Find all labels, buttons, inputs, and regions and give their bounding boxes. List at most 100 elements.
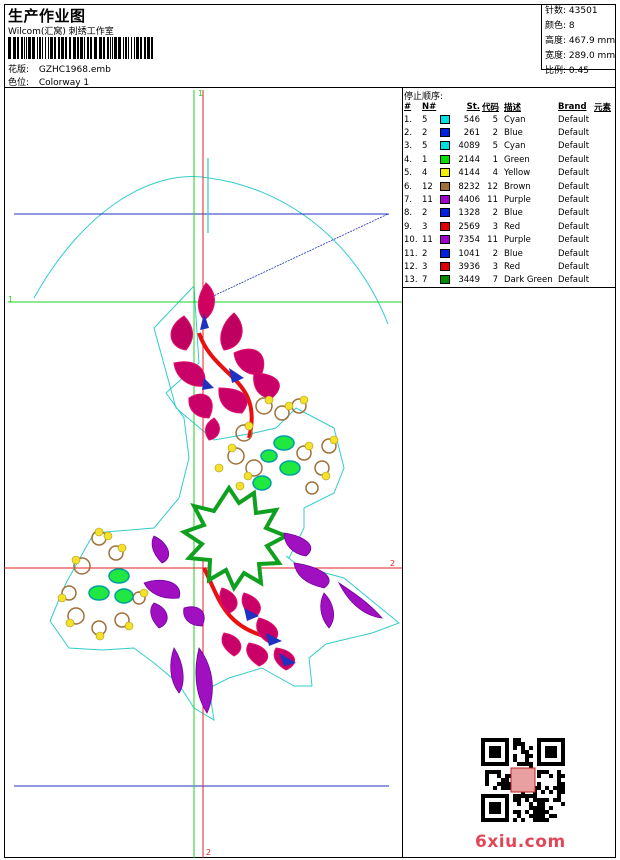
color-swatch bbox=[440, 261, 450, 271]
row-code: 2 bbox=[492, 128, 498, 139]
row-desc: Brown bbox=[504, 181, 531, 192]
row-swatch bbox=[440, 220, 454, 233]
row-swatch bbox=[440, 180, 454, 193]
table-row: 8. 2 1328 2 Blue Default bbox=[404, 207, 616, 220]
row-n: 5 bbox=[422, 114, 428, 125]
row-n: 7 bbox=[422, 275, 428, 286]
row-swatch bbox=[440, 153, 454, 166]
row-desc: Blue bbox=[504, 208, 523, 219]
left-yellow-petals bbox=[57, 527, 149, 641]
stat-height: 高度: 467.9 mm bbox=[545, 36, 616, 46]
table-row: 13. 7 3449 7 Dark Green Default bbox=[404, 274, 616, 287]
row-brand: Default bbox=[558, 141, 590, 152]
table-divider bbox=[403, 287, 615, 288]
row-n: 3 bbox=[422, 261, 428, 272]
row-element bbox=[594, 126, 616, 139]
row-code: 2 bbox=[492, 208, 498, 219]
row-n: 2 bbox=[422, 208, 428, 219]
row-swatch bbox=[440, 260, 454, 273]
row-n: 4 bbox=[422, 168, 428, 179]
left-green-buds bbox=[88, 568, 134, 604]
color-swatch bbox=[440, 275, 450, 285]
row-element bbox=[594, 167, 616, 180]
row-swatch bbox=[440, 126, 454, 139]
row-stitches: 3936 bbox=[458, 261, 480, 272]
table-row: 9. 3 2569 3 Red Default bbox=[404, 220, 616, 233]
row-swatch bbox=[440, 234, 454, 247]
color-swatch bbox=[440, 235, 450, 245]
colorway-value: Colorway 1 bbox=[38, 78, 90, 88]
row-n: 11 bbox=[422, 235, 433, 246]
row-stitches: 1328 bbox=[458, 208, 480, 219]
row-desc: Cyan bbox=[504, 114, 526, 125]
guide-label-top: 1 bbox=[198, 89, 203, 98]
row-stitches: 4089 bbox=[458, 141, 480, 152]
embroidery-design: 1 1 2 2 bbox=[4, 89, 402, 858]
col-swatch bbox=[440, 100, 454, 113]
qr-code-icon bbox=[481, 738, 565, 822]
guide-label-left: 1 bbox=[8, 295, 13, 304]
row-stitches: 4406 bbox=[458, 195, 480, 206]
col-code: 代码 bbox=[482, 102, 500, 113]
row-stitches: 7354 bbox=[458, 235, 480, 246]
row-brand: Default bbox=[558, 208, 590, 219]
design-label: 花版: bbox=[8, 65, 30, 75]
guide-label-bottom: 2 bbox=[206, 848, 211, 857]
row-index: 4. bbox=[404, 154, 413, 165]
page-title: 生产作业图 bbox=[8, 7, 86, 25]
row-index: 5. bbox=[404, 168, 413, 179]
table-row: 2. 2 261 2 Blue Default bbox=[404, 126, 616, 139]
row-index: 13. bbox=[404, 275, 418, 286]
table-row: 11. 2 1041 2 Blue Default bbox=[404, 247, 616, 260]
color-swatch bbox=[440, 181, 450, 191]
row-element bbox=[594, 220, 616, 233]
row-element bbox=[594, 274, 616, 287]
row-stitches: 546 bbox=[463, 114, 480, 125]
design-row: 花版: GZHC1968.emb bbox=[8, 62, 111, 75]
row-element bbox=[594, 207, 616, 220]
table-row: 5. 4 4144 4 Yellow Default bbox=[404, 167, 616, 180]
color-swatch bbox=[440, 221, 450, 231]
table-row: 10. 11 7354 11 Purple Default bbox=[404, 234, 616, 247]
row-index: 10. bbox=[404, 235, 418, 246]
col-hash: # bbox=[404, 101, 412, 112]
row-code: 3 bbox=[492, 221, 498, 232]
row-element bbox=[594, 140, 616, 153]
row-code: 11 bbox=[487, 195, 498, 206]
row-index: 8. bbox=[404, 208, 413, 219]
row-n: 3 bbox=[422, 221, 428, 232]
colorway-label: 色位: bbox=[8, 78, 30, 88]
table-row: 1. 5 546 5 Cyan Default bbox=[404, 113, 616, 126]
row-desc: Blue bbox=[504, 128, 523, 139]
col-stitches: St. bbox=[466, 101, 480, 112]
color-swatch bbox=[440, 114, 450, 124]
table-row: 12. 3 3936 3 Red Default bbox=[404, 260, 616, 273]
row-index: 2. bbox=[404, 128, 413, 139]
row-desc: Yellow bbox=[504, 168, 531, 179]
table-row: 4. 1 2144 1 Green Default bbox=[404, 153, 616, 166]
row-desc: Purple bbox=[504, 235, 531, 246]
row-swatch bbox=[440, 274, 454, 287]
table-row: 6. 12 8232 12 Brown Default bbox=[404, 180, 616, 193]
row-stitches: 8232 bbox=[458, 181, 480, 192]
studio-name: Wilcom(汇窝) 刺绣工作室 bbox=[8, 27, 114, 37]
row-code: 2 bbox=[492, 248, 498, 259]
col-n: N# bbox=[422, 101, 437, 112]
row-desc: Cyan bbox=[504, 141, 526, 152]
row-desc: Green bbox=[504, 154, 530, 165]
row-brand: Default bbox=[558, 235, 590, 246]
row-stitches: 4144 bbox=[458, 168, 480, 179]
design-value: GZHC1968.emb bbox=[38, 65, 111, 75]
row-code: 7 bbox=[492, 275, 498, 286]
green-center-flower bbox=[179, 484, 291, 593]
row-code: 11 bbox=[487, 235, 498, 246]
row-brand: Default bbox=[558, 261, 590, 272]
upper-leaves bbox=[170, 282, 280, 441]
stat-width: 宽度: 289.0 mm bbox=[545, 51, 616, 61]
row-desc: Dark Green bbox=[504, 275, 553, 286]
table-header-row: # N# St. 代码 描述 Brand 元素 bbox=[404, 100, 616, 113]
row-n: 1 bbox=[422, 154, 428, 165]
row-n: 11 bbox=[422, 195, 433, 206]
guide-label-right: 2 bbox=[390, 559, 395, 568]
row-element bbox=[594, 260, 616, 273]
